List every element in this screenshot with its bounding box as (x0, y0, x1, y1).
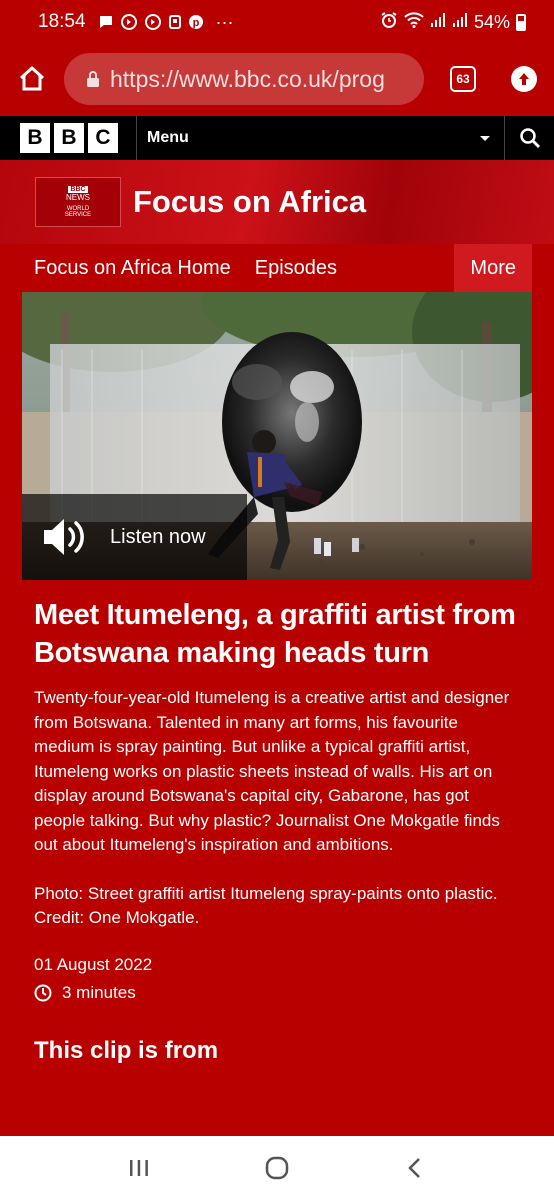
battery-icon (516, 13, 526, 31)
search-icon (519, 128, 540, 149)
arrow-up-icon (511, 66, 537, 92)
bbc-logo-letter: B (54, 123, 84, 153)
clip-from-heading: This clip is from (34, 1036, 219, 1064)
recent-apps-icon (130, 1160, 148, 1176)
address-bar[interactable]: https://www.bbc.co.uk/prog (64, 53, 424, 105)
release-date: 01 August 2022 (34, 954, 153, 974)
bbc-logo-letter: B (20, 123, 50, 153)
more-icon: ··· (215, 11, 234, 32)
programme-nav: Focus on Africa Home Episodes More (22, 244, 532, 292)
logo-line: BBC (68, 186, 88, 193)
whatsapp-icon (120, 13, 138, 31)
clip-headline: Meet Itumeleng, a graffiti artist from B… (34, 599, 516, 669)
status-notification-icons: p ··· (98, 12, 234, 33)
programme-masthead: BBC NEWS WORLD SERVICE Focus on Africa (0, 160, 554, 244)
menu-button[interactable]: Menu (137, 116, 504, 160)
status-time: 18:54 (38, 11, 86, 32)
listen-now-button[interactable]: Listen now (22, 494, 247, 580)
recent-apps-button[interactable] (109, 1138, 169, 1198)
pinterest-icon: p (188, 14, 204, 30)
browser-toolbar: https://www.bbc.co.uk/prog 63 (0, 44, 554, 114)
home-icon (19, 66, 45, 91)
nav-more-button[interactable]: More (454, 244, 532, 292)
back-icon (408, 1158, 420, 1178)
clip-description: Twenty-four-year-old Itumeleng is a crea… (34, 688, 510, 854)
whatsapp-icon (144, 13, 162, 31)
duration-label: 3 minutes (62, 982, 136, 1002)
signal-icon (430, 12, 446, 33)
clock-icon (34, 984, 52, 1001)
search-button[interactable] (504, 116, 554, 160)
duration: 3 minutes (34, 983, 520, 1003)
battery-percent: 54% (473, 11, 510, 32)
listen-now-label: Listen now (110, 525, 206, 548)
logo-line: NEWS (66, 193, 90, 202)
back-button[interactable] (385, 1138, 445, 1198)
message-icon (98, 14, 114, 30)
bbc-global-header: B B C Menu (0, 116, 554, 160)
nav-home-link[interactable]: Focus on Africa Home (22, 244, 243, 292)
speaker-icon (44, 519, 84, 555)
clip-details: Meet Itumeleng, a graffiti artist from B… (22, 596, 532, 1065)
bbc-logo[interactable]: B B C (0, 123, 136, 153)
tabs-button[interactable]: 63 (428, 44, 498, 114)
logo-line: SERVICE (64, 212, 92, 218)
menu-label: Menu (147, 129, 189, 146)
svg-text:p: p (192, 17, 199, 29)
lock-icon (86, 70, 100, 88)
home-button[interactable] (0, 44, 64, 114)
status-system-icons: 54% (380, 11, 526, 34)
status-bar: 18:54 p ··· 54% (0, 0, 554, 44)
bbc-news-world-service-logo[interactable]: BBC NEWS WORLD SERVICE (35, 177, 121, 227)
clip-card: Listen now Meet Itumeleng, a graffiti ar… (22, 292, 532, 1142)
notification-icon (168, 14, 182, 30)
url-text: https://www.bbc.co.uk/prog (110, 65, 385, 92)
home-nav-button[interactable] (247, 1138, 307, 1198)
nav-episodes-link[interactable]: Episodes (243, 244, 349, 292)
signal-icon (452, 12, 468, 33)
home-circle-icon (265, 1156, 289, 1180)
caret-down-icon (480, 135, 490, 141)
bbc-logo-letter: C (88, 123, 118, 153)
update-button[interactable] (498, 44, 550, 114)
clip-hero-image[interactable]: Listen now (22, 292, 532, 580)
android-nav-bar (0, 1136, 554, 1200)
programme-title[interactable]: Focus on Africa (133, 184, 366, 220)
wifi-icon (404, 11, 424, 33)
tab-count: 63 (450, 66, 476, 92)
photo-caption: Photo: Street graffiti artist Itumeleng … (34, 883, 498, 928)
alarm-icon (380, 11, 398, 34)
